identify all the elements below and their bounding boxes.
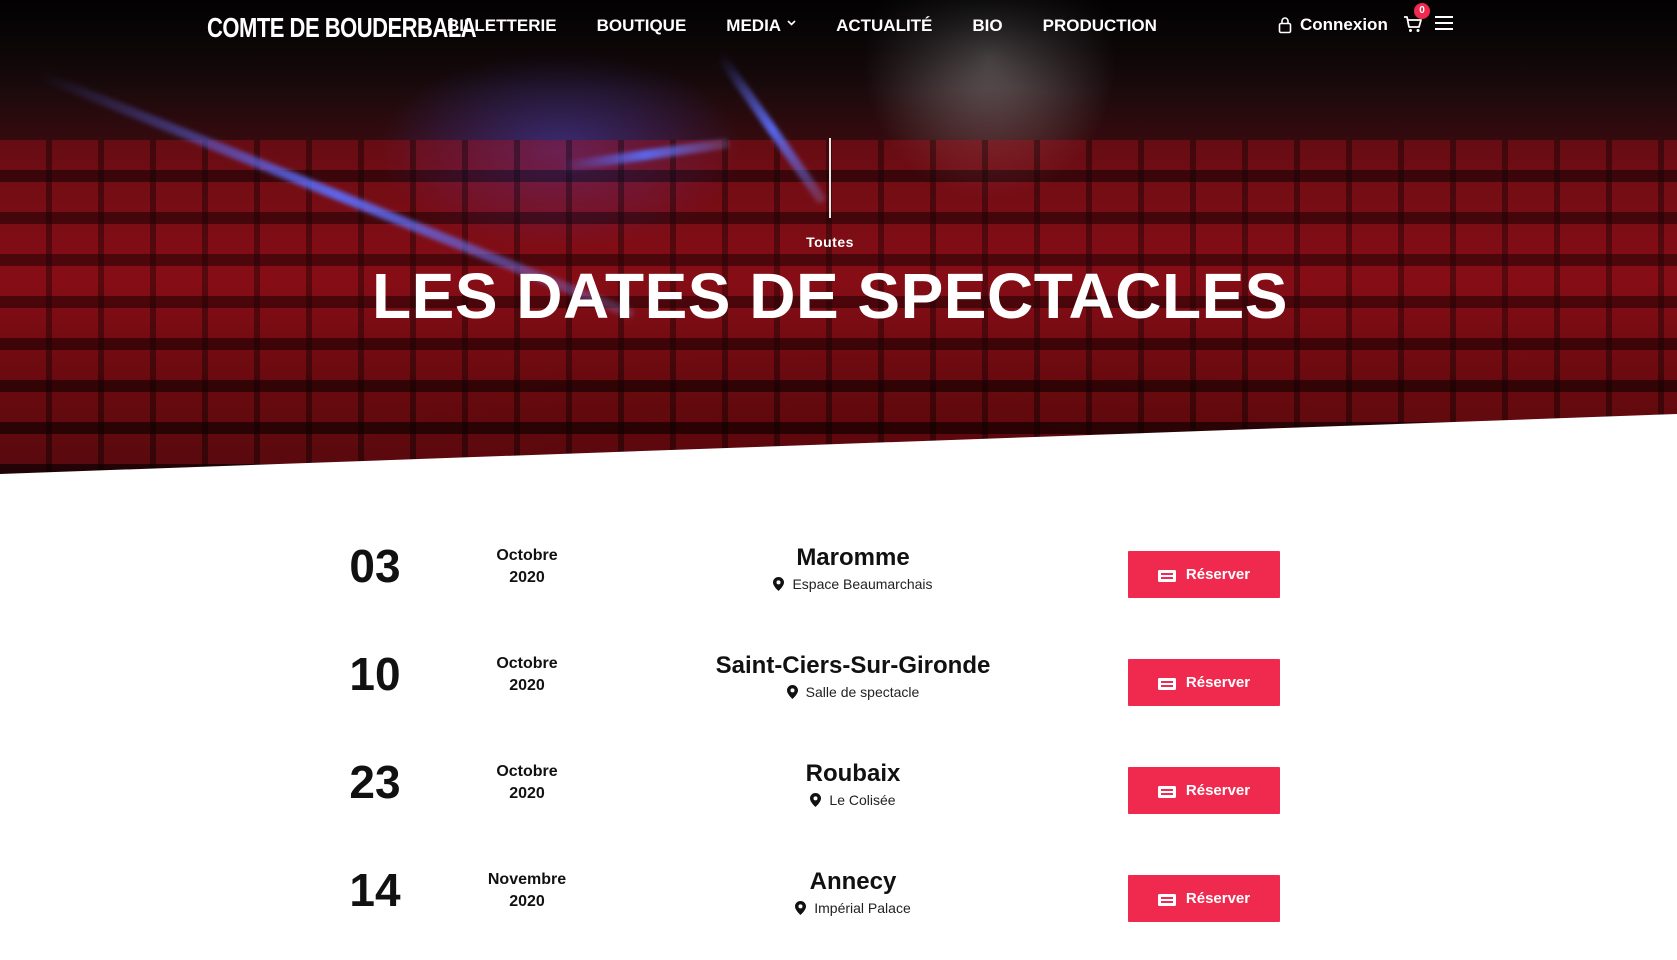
event-month: Novembre — [487, 871, 567, 888]
event-month: Octobre — [496, 763, 558, 780]
event-day: 14 — [349, 864, 401, 916]
map-pin-icon — [795, 901, 807, 915]
page-title: LES DATES DE SPECTACLES — [372, 260, 1288, 332]
event-day: 03 — [349, 540, 401, 592]
event-venue: Espace Beaumarchais — [653, 575, 1053, 593]
map-pin-icon — [810, 793, 822, 807]
nav-item-label: MEDIA — [726, 16, 782, 35]
map-pin-icon — [773, 577, 785, 591]
event-venue-label: Impérial Palace — [814, 900, 911, 916]
event-venue-label: Salle de spectacle — [805, 684, 920, 700]
ticket-icon — [1157, 677, 1176, 690]
event-row: 03 Octobre 2020 Maromme Espace Beaumarch… — [0, 520, 1677, 620]
event-year: 2020 — [509, 785, 545, 802]
cart-count-badge: 0 — [1414, 3, 1430, 19]
hero-divider-line — [829, 138, 831, 218]
hamburger-menu-icon[interactable] — [1435, 16, 1453, 30]
map-pin-icon — [786, 685, 798, 699]
ticket-icon — [1157, 569, 1176, 582]
nav-item-boutique[interactable]: BOUTIQUE — [597, 14, 687, 38]
nav-item-label: BILLETTERIE — [447, 16, 557, 35]
ticket-icon — [1157, 893, 1176, 906]
event-venue: Le Colisée — [653, 791, 1053, 809]
event-venue-label: Le Colisée — [829, 792, 896, 808]
event-month-year: Octobre 2020 — [462, 653, 592, 697]
reserve-button[interactable]: Réserver — [1128, 659, 1280, 706]
main-nav: BILLETTERIE BOUTIQUE MEDIA ACTUALITÉ BIO… — [447, 14, 1197, 38]
reserve-button[interactable]: Réserver — [1128, 767, 1280, 814]
event-venue: Impérial Palace — [653, 899, 1053, 917]
event-month: Octobre — [496, 655, 558, 672]
reserve-label: Réserver — [1185, 890, 1251, 907]
event-year: 2020 — [509, 569, 545, 586]
event-city: Maromme — [796, 544, 910, 571]
login-label: Connexion — [1300, 15, 1388, 34]
event-day: 23 — [349, 756, 401, 808]
reserve-label: Réserver — [1185, 566, 1251, 583]
reserve-button[interactable]: Réserver — [1128, 551, 1280, 598]
ticket-icon — [1157, 785, 1176, 798]
nav-item-label: PRODUCTION — [1042, 16, 1157, 35]
nav-item-production[interactable]: PRODUCTION — [1043, 14, 1157, 38]
event-month-year: Octobre 2020 — [462, 761, 592, 805]
event-row: 10 Octobre 2020 Saint-Ciers-Sur-Gironde … — [0, 628, 1677, 728]
event-year: 2020 — [509, 893, 545, 910]
event-row: 23 Octobre 2020 Roubaix Le Colisée Réser… — [0, 736, 1677, 836]
lock-icon — [1278, 16, 1292, 34]
event-row: 14 Novembre 2020 Annecy Impérial Palace … — [0, 844, 1677, 944]
nav-item-label: ACTUALITÉ — [836, 16, 933, 35]
event-venue: Salle de spectacle — [653, 683, 1053, 701]
nav-item-billetterie[interactable]: BILLETTERIE — [447, 14, 557, 38]
event-venue-label: Espace Beaumarchais — [792, 576, 933, 592]
reserve-button[interactable]: Réserver — [1128, 875, 1280, 922]
nav-item-bio[interactable]: BIO — [972, 14, 1002, 38]
nav-item-label: BIO — [972, 16, 1003, 35]
login-link[interactable]: Connexion — [1278, 13, 1388, 37]
nav-item-label: BOUTIQUE — [596, 16, 687, 35]
nav-item-actualite[interactable]: ACTUALITÉ — [836, 14, 932, 38]
event-day: 10 — [349, 648, 401, 700]
site-logo[interactable]: COMTE DE BOUDERBALA — [207, 12, 477, 45]
event-city: Roubaix — [805, 760, 901, 787]
event-month: Octobre — [496, 547, 558, 564]
event-year: 2020 — [509, 677, 545, 694]
nav-item-media[interactable]: MEDIA — [726, 14, 796, 38]
reserve-label: Réserver — [1185, 674, 1251, 691]
reserve-label: Réserver — [1185, 782, 1251, 799]
hero-eyebrow: Toutes — [806, 234, 854, 250]
event-city: Annecy — [809, 868, 897, 895]
event-month-year: Octobre 2020 — [462, 545, 592, 589]
event-city: Saint-Ciers-Sur-Gironde — [715, 652, 991, 679]
event-month-year: Novembre 2020 — [462, 869, 592, 913]
chevron-down-icon — [787, 12, 796, 36]
